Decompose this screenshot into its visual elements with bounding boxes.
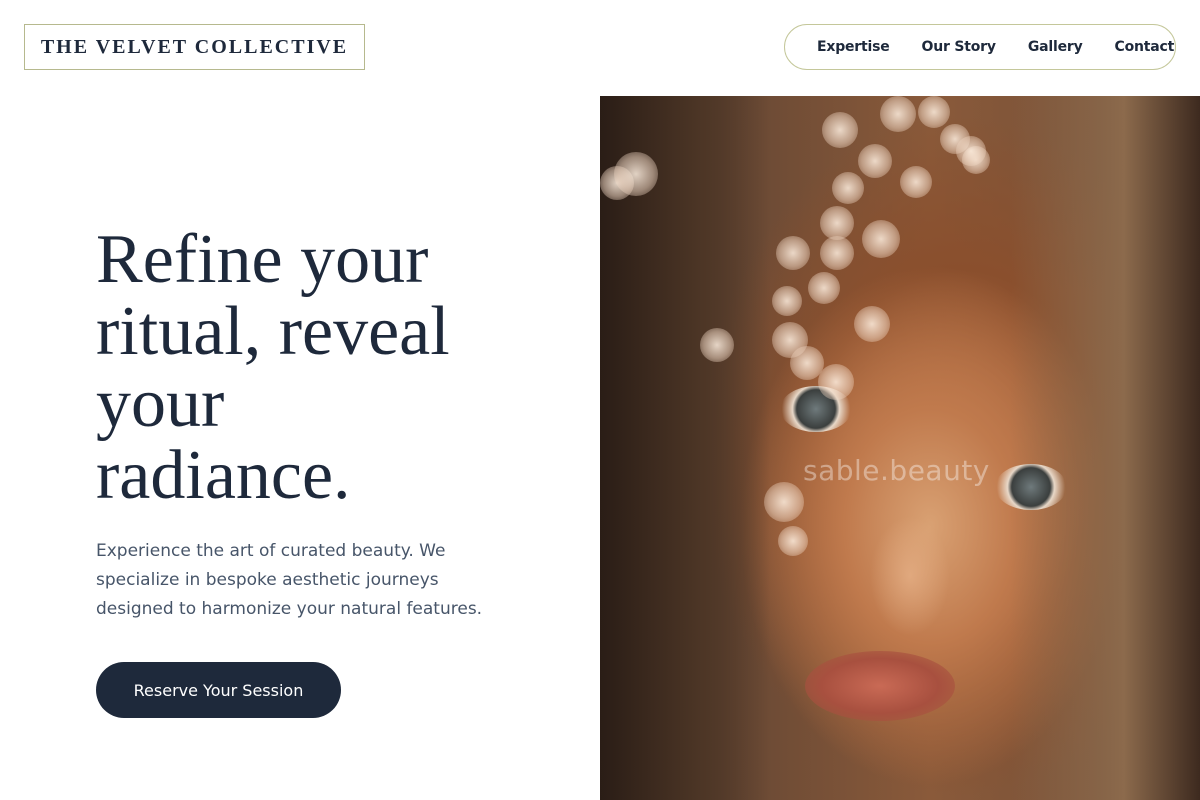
headline-line-1: Refine your — [96, 221, 429, 298]
brand-logo[interactable]: THE VELVET COLLECTIVE — [24, 24, 365, 70]
portrait-nose — [870, 516, 950, 636]
portrait-lips — [805, 651, 955, 721]
bokeh-light — [854, 306, 890, 342]
bokeh-light — [862, 220, 900, 258]
nav-item-contact[interactable]: Contact — [1115, 39, 1175, 55]
bokeh-light — [818, 364, 854, 400]
hero-description: Experience the art of curated beauty. We… — [96, 541, 483, 619]
headline-line-2: ritual, reveal — [96, 293, 450, 370]
portrait-eye-right — [995, 464, 1067, 510]
bokeh-light — [918, 96, 950, 128]
nav-item-our-story[interactable]: Our Story — [922, 39, 996, 55]
headline-line-4: radiance. — [96, 437, 351, 514]
bokeh-light — [778, 526, 808, 556]
bokeh-light — [772, 286, 802, 316]
bokeh-light — [880, 96, 916, 132]
hero-headline: Refine your ritual, reveal your radiance… — [96, 224, 496, 512]
main-nav: Expertise Our Story Gallery Contact — [784, 24, 1176, 70]
reserve-session-button[interactable]: Reserve Your Session — [96, 662, 341, 718]
image-watermark: sable.beauty — [803, 454, 990, 487]
nav-item-expertise[interactable]: Expertise — [817, 39, 890, 55]
bokeh-light — [820, 206, 854, 240]
bokeh-light — [832, 172, 864, 204]
bokeh-light — [776, 236, 810, 270]
bokeh-light — [808, 272, 840, 304]
portrait-hair-right — [1010, 96, 1200, 800]
bokeh-light — [900, 166, 932, 198]
nav-item-gallery[interactable]: Gallery — [1028, 39, 1083, 55]
bokeh-light — [820, 236, 854, 270]
hero-portrait-image — [600, 96, 1200, 800]
bokeh-light — [764, 482, 804, 522]
bokeh-light — [956, 136, 986, 166]
bokeh-light — [858, 144, 892, 178]
bokeh-light — [822, 112, 858, 148]
headline-line-3: your — [96, 365, 225, 442]
hero-section: Refine your ritual, reveal your radiance… — [96, 224, 556, 512]
portrait-hair-left — [600, 96, 770, 800]
bokeh-light — [614, 152, 658, 196]
bokeh-light — [700, 328, 734, 362]
